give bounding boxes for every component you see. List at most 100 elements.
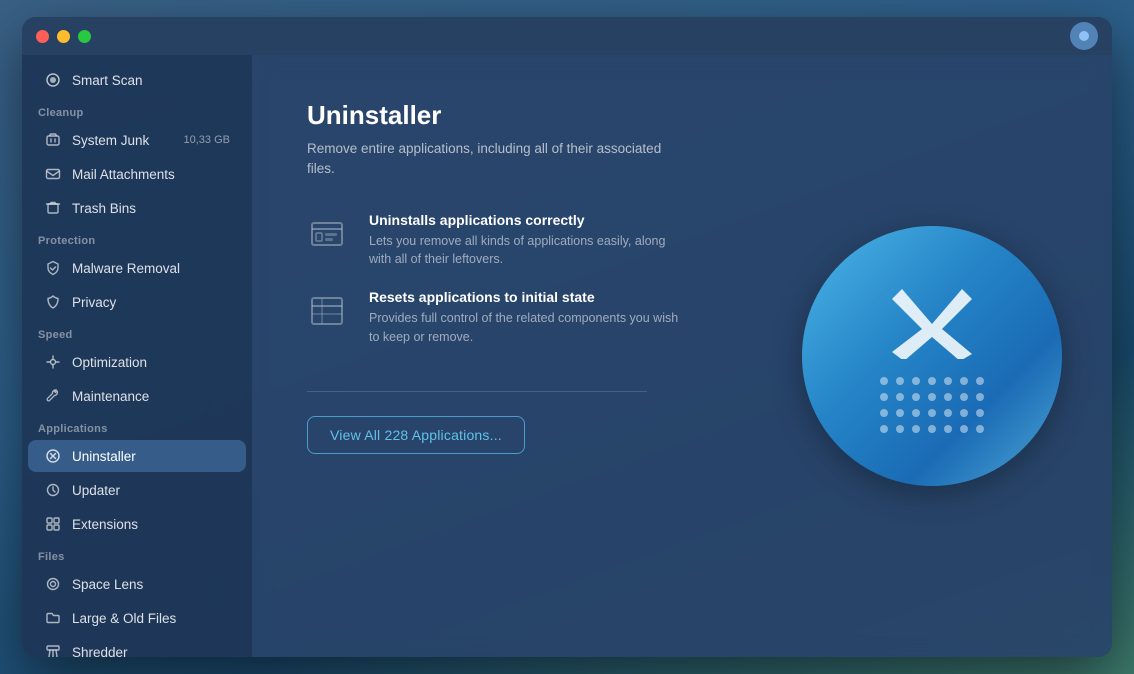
feature-heading-resets: Resets applications to initial state xyxy=(369,289,689,305)
privacy-icon xyxy=(44,293,62,311)
maintenance-icon xyxy=(44,387,62,405)
dot xyxy=(944,409,952,417)
dot xyxy=(912,409,920,417)
app-icon-inner xyxy=(880,279,984,433)
large-old-files-icon xyxy=(44,609,62,627)
divider xyxy=(307,391,647,392)
dot xyxy=(960,377,968,385)
dot xyxy=(896,425,904,433)
sidebar-item-updater[interactable]: Updater xyxy=(28,474,246,506)
dot xyxy=(928,425,936,433)
minimize-button[interactable] xyxy=(57,30,70,43)
feature-text-resets: Resets applications to initial state Pro… xyxy=(369,289,689,347)
uninstaller-icon xyxy=(44,447,62,465)
sidebar-item-extensions[interactable]: Extensions xyxy=(28,508,246,540)
section-label-cleanup: Cleanup xyxy=(22,97,252,123)
dot xyxy=(880,377,888,385)
dot xyxy=(976,409,984,417)
app-icon-x-logo xyxy=(887,279,977,359)
shredder-icon xyxy=(44,643,62,657)
system-junk-badge: 10,33 GB xyxy=(184,134,230,146)
smart-scan-label: Smart Scan xyxy=(72,73,230,88)
traffic-lights xyxy=(36,30,91,43)
system-junk-label: System Junk xyxy=(72,133,174,148)
sidebar-item-malware-removal[interactable]: Malware Removal xyxy=(28,252,246,284)
privacy-label: Privacy xyxy=(72,295,230,310)
content-area: Smart Scan Cleanup System Junk 10,33 GB xyxy=(22,55,1112,657)
dot xyxy=(976,393,984,401)
dot xyxy=(976,377,984,385)
dot xyxy=(960,393,968,401)
maintenance-label: Maintenance xyxy=(72,389,230,404)
sidebar: Smart Scan Cleanup System Junk 10,33 GB xyxy=(22,55,252,657)
space-lens-icon xyxy=(44,575,62,593)
dot xyxy=(960,409,968,417)
app-icon-circle xyxy=(802,226,1062,486)
section-label-files: Files xyxy=(22,541,252,567)
mail-attachments-icon xyxy=(44,165,62,183)
uninstalls-correctly-icon xyxy=(307,212,351,256)
dot xyxy=(896,409,904,417)
dot xyxy=(960,425,968,433)
dot xyxy=(880,425,888,433)
trash-bins-label: Trash Bins xyxy=(72,201,230,216)
system-junk-icon xyxy=(44,131,62,149)
space-lens-label: Space Lens xyxy=(72,577,230,592)
page-subtitle: Remove entire applications, including al… xyxy=(307,139,667,180)
maximize-button[interactable] xyxy=(78,30,91,43)
page-title: Uninstaller xyxy=(307,100,1057,131)
malware-removal-label: Malware Removal xyxy=(72,261,230,276)
mail-attachments-label: Mail Attachments xyxy=(72,167,230,182)
dot xyxy=(896,377,904,385)
sidebar-item-trash-bins[interactable]: Trash Bins xyxy=(28,192,246,224)
close-button[interactable] xyxy=(36,30,49,43)
dot xyxy=(976,425,984,433)
trash-bins-icon xyxy=(44,199,62,217)
shredder-label: Shredder xyxy=(72,645,230,658)
dot xyxy=(912,377,920,385)
dot xyxy=(944,425,952,433)
titlebar-icon xyxy=(1070,22,1098,50)
sidebar-item-maintenance[interactable]: Maintenance xyxy=(28,380,246,412)
feature-desc-resets: Provides full control of the related com… xyxy=(369,309,689,347)
dot xyxy=(912,425,920,433)
dot xyxy=(928,377,936,385)
dot xyxy=(944,377,952,385)
sidebar-item-system-junk[interactable]: System Junk 10,33 GB xyxy=(28,124,246,156)
malware-removal-icon xyxy=(44,259,62,277)
dot xyxy=(928,409,936,417)
main-content: Uninstaller Remove entire applications, … xyxy=(252,55,1112,657)
feature-desc-uninstalls: Lets you remove all kinds of application… xyxy=(369,232,689,270)
uninstaller-label: Uninstaller xyxy=(72,449,230,464)
dot xyxy=(880,393,888,401)
dot xyxy=(880,409,888,417)
dots-grid xyxy=(880,377,984,433)
sidebar-item-optimization[interactable]: Optimization xyxy=(28,346,246,378)
optimization-icon xyxy=(44,353,62,371)
optimization-label: Optimization xyxy=(72,355,230,370)
updater-icon xyxy=(44,481,62,499)
section-label-speed: Speed xyxy=(22,319,252,345)
updater-label: Updater xyxy=(72,483,230,498)
large-old-files-label: Large & Old Files xyxy=(72,611,230,626)
dot xyxy=(912,393,920,401)
dot xyxy=(944,393,952,401)
sidebar-item-large-old-files[interactable]: Large & Old Files xyxy=(28,602,246,634)
sidebar-item-shredder[interactable]: Shredder xyxy=(28,636,246,657)
sidebar-item-uninstaller[interactable]: Uninstaller xyxy=(28,440,246,472)
section-label-applications: Applications xyxy=(22,413,252,439)
sidebar-item-privacy[interactable]: Privacy xyxy=(28,286,246,318)
resets-initial-state-icon xyxy=(307,289,351,333)
extensions-icon xyxy=(44,515,62,533)
app-window: Smart Scan Cleanup System Junk 10,33 GB xyxy=(22,17,1112,657)
sidebar-item-mail-attachments[interactable]: Mail Attachments xyxy=(28,158,246,190)
view-all-button[interactable]: View All 228 Applications... xyxy=(307,416,525,454)
dot xyxy=(896,393,904,401)
smart-scan-icon xyxy=(44,71,62,89)
titlebar xyxy=(22,17,1112,55)
sidebar-item-space-lens[interactable]: Space Lens xyxy=(28,568,246,600)
feature-text-uninstalls: Uninstalls applications correctly Lets y… xyxy=(369,212,689,270)
sidebar-item-smart-scan[interactable]: Smart Scan xyxy=(28,64,246,96)
extensions-label: Extensions xyxy=(72,517,230,532)
section-label-protection: Protection xyxy=(22,225,252,251)
